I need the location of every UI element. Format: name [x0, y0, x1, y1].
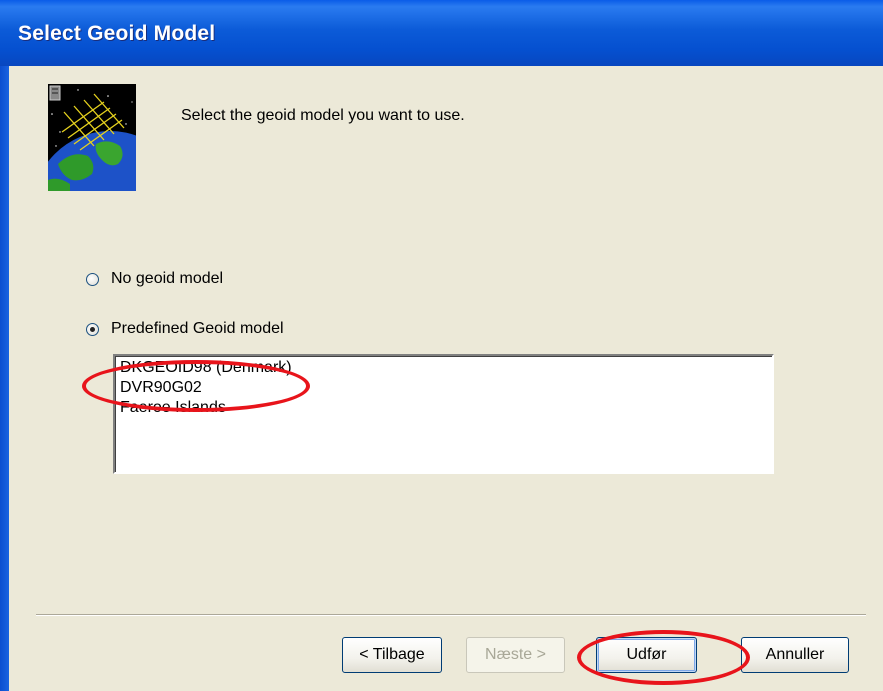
footer-separator [36, 614, 866, 616]
predefined-geoid-option[interactable]: Predefined Geoid model [86, 320, 284, 338]
window-left-border [0, 66, 9, 691]
geoid-listbox[interactable]: DKGEOID98 (Denmark) DVR90G02 Faeroe Isla… [113, 354, 774, 474]
dialog-window: Select Geoid Model Select the geoid mode… [0, 0, 883, 691]
list-item[interactable]: DKGEOID98 (Denmark) [115, 358, 772, 378]
instruction-text: Select the geoid model you want to use. [181, 107, 465, 124]
predefined-geoid-label: Predefined Geoid model [111, 320, 284, 337]
no-geoid-label: No geoid model [111, 270, 224, 287]
no-geoid-option[interactable]: No geoid model [86, 270, 223, 288]
radio-no-geoid[interactable] [86, 272, 99, 286]
title-bar[interactable]: Select Geoid Model [0, 0, 883, 66]
finish-button[interactable]: Udfør [596, 637, 697, 673]
list-item[interactable]: DVR90G02 [115, 378, 772, 398]
window-title: Select Geoid Model [18, 22, 216, 45]
list-item[interactable]: Faeroe Islands [115, 398, 772, 418]
back-button[interactable]: < Tilbage [342, 637, 442, 673]
radio-predefined-geoid[interactable] [86, 322, 99, 336]
satellite-earth-icon [48, 84, 136, 191]
next-button[interactable]: Næste > [466, 637, 565, 673]
cancel-button[interactable]: Annuller [741, 637, 849, 673]
